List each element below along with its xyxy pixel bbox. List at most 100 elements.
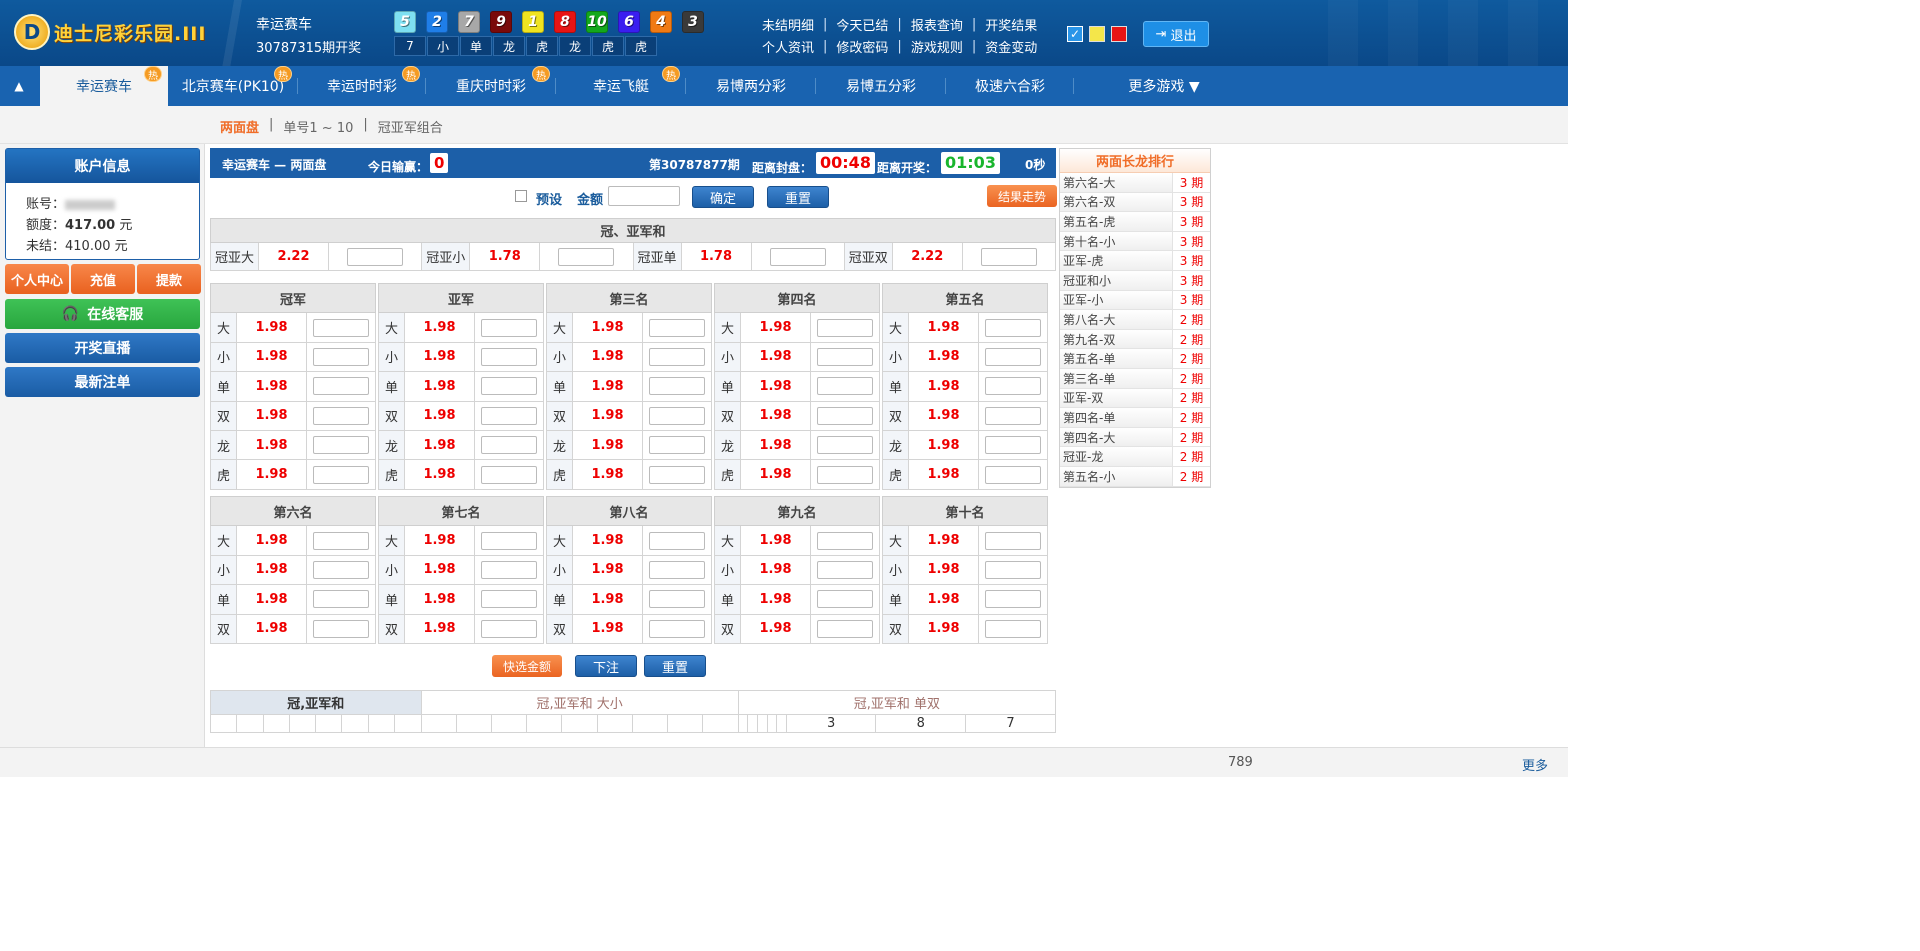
road-tab-size[interactable]: 冠,亚军和 大小 [420,690,739,715]
header-link[interactable]: 修改密码 [836,37,888,56]
sum-option-input[interactable] [769,247,826,266]
game-tab[interactable]: 重庆时时彩热 [426,66,556,106]
latest-bets-button[interactable]: 最新注单 [5,367,200,397]
site-logo[interactable]: D 迪士尼彩乐园.III [14,14,206,50]
game-tab[interactable]: 幸运赛车热 [40,66,168,106]
game-tab[interactable]: 北京赛车(PK10) 热 [168,66,298,106]
bet-amount-input[interactable] [481,465,537,484]
theme-blue-checkbox[interactable]: ✓ [1067,26,1083,42]
bet-amount-input[interactable] [817,590,873,609]
collapse-up-icon[interactable]: ▲ [0,66,38,106]
header-link[interactable]: 游戏规则 [911,37,963,56]
header-link[interactable]: 报表查询 [911,15,963,34]
bet-amount-input[interactable] [817,436,873,455]
online-service-button[interactable]: 🎧 在线客服 [5,299,200,329]
logout-button[interactable]: ⇥ 退出 [1143,21,1209,47]
bet-amount-input[interactable] [985,318,1041,337]
quick-amount-button[interactable]: 快选金额 [492,655,562,677]
reset-button[interactable]: 重置 [767,186,829,208]
bet-amount-input[interactable] [313,406,369,425]
bet-amount-input[interactable] [313,318,369,337]
bet-amount-input[interactable] [481,318,537,337]
theme-yellow-swatch[interactable] [1089,26,1105,42]
footer-more-link[interactable]: 更多 [1522,755,1548,774]
subnav-item[interactable]: 单号1 ~ 10 [283,117,353,136]
header-link[interactable]: 资金变动 [985,37,1037,56]
bet-amount-input[interactable] [649,531,705,550]
road-tab-parity[interactable]: 冠,亚军和 单双 [737,690,1057,715]
refresh-seconds[interactable]: 0秒 [1025,156,1045,173]
bet-amount-input[interactable] [649,318,705,337]
confirm-button[interactable]: 确定 [692,186,754,208]
bet-amount-input[interactable] [481,531,537,550]
bet-amount-input[interactable] [313,465,369,484]
sum-option-input[interactable] [558,247,615,266]
bet-amount-input[interactable] [649,436,705,455]
bet-amount-input[interactable] [481,436,537,455]
bet-amount-input[interactable] [985,377,1041,396]
game-tab[interactable]: 幸运时时彩热 [298,66,426,106]
bet-amount-input[interactable] [817,531,873,550]
preset-checkbox[interactable] [515,190,527,202]
position-group-table: 第五名大 1.98 小 1.98 单 1.98 双 1.98 龙 1.98 虎 1.98 [882,282,1048,490]
header-link[interactable]: 开奖结果 [985,15,1037,34]
bet-amount-input[interactable] [649,406,705,425]
bet-amount-input[interactable] [817,465,873,484]
bet-amount-input[interactable] [313,531,369,550]
result-trend-button[interactable]: 结果走势 [987,185,1057,207]
bet-amount-input[interactable] [481,377,537,396]
game-tab[interactable]: 极速六合彩 [946,66,1074,106]
withdraw-button[interactable]: 提款 [137,264,201,294]
personal-center-button[interactable]: 个人中心 [5,264,69,294]
game-tab[interactable]: 易博五分彩 [816,66,946,106]
amount-input[interactable] [608,186,680,206]
bet-amount-input[interactable] [817,347,873,366]
bet-amount-input[interactable] [817,406,873,425]
bet-amount-input[interactable] [313,377,369,396]
bet-amount-input[interactable] [649,377,705,396]
bet-amount-input[interactable] [481,347,537,366]
bet-amount-input[interactable] [313,619,369,638]
subnav-item[interactable]: 两面盘 [220,117,259,136]
bet-amount-input[interactable] [985,406,1041,425]
sum-option-input[interactable] [980,247,1037,266]
sum-option-input[interactable] [347,247,404,266]
game-tab[interactable]: 更多游戏 ▼ [1074,66,1254,106]
bet-amount-input[interactable] [481,560,537,579]
bet-amount-input[interactable] [313,560,369,579]
bet-amount-input[interactable] [481,590,537,609]
theme-red-swatch[interactable] [1111,26,1127,42]
subnav-item[interactable]: 冠亚军组合 [378,117,443,136]
bet-amount-input[interactable] [649,619,705,638]
bet-amount-input[interactable] [481,406,537,425]
bet-amount-input[interactable] [985,619,1041,638]
header-link[interactable]: 今天已结 [836,15,888,34]
game-tab[interactable]: 易博两分彩 [686,66,816,106]
bet-amount-input[interactable] [817,377,873,396]
bet-amount-input[interactable] [985,465,1041,484]
bet-amount-input[interactable] [985,590,1041,609]
bet-amount-input[interactable] [313,436,369,455]
header-link[interactable]: 个人资讯 [762,37,814,56]
bet-amount-input[interactable] [649,560,705,579]
bottom-reset-button[interactable]: 重置 [644,655,706,677]
place-bet-button[interactable]: 下注 [575,655,637,677]
live-draw-button[interactable]: 开奖直播 [5,333,200,363]
bet-amount-input[interactable] [817,619,873,638]
bet-amount-input[interactable] [817,318,873,337]
deposit-button[interactable]: 充值 [71,264,135,294]
bet-amount-input[interactable] [985,436,1041,455]
bet-amount-input[interactable] [985,347,1041,366]
bet-amount-input[interactable] [313,590,369,609]
bet-amount-input[interactable] [481,619,537,638]
bet-amount-input[interactable] [313,347,369,366]
game-tab[interactable]: 幸运飞艇热 [556,66,686,106]
bet-amount-input[interactable] [817,560,873,579]
bet-amount-input[interactable] [649,590,705,609]
road-tab-sum[interactable]: 冠,亚军和 [210,690,422,715]
bet-amount-input[interactable] [649,347,705,366]
bet-amount-input[interactable] [985,560,1041,579]
header-link[interactable]: 未结明细 [762,15,814,34]
bet-amount-input[interactable] [985,531,1041,550]
bet-amount-input[interactable] [649,465,705,484]
